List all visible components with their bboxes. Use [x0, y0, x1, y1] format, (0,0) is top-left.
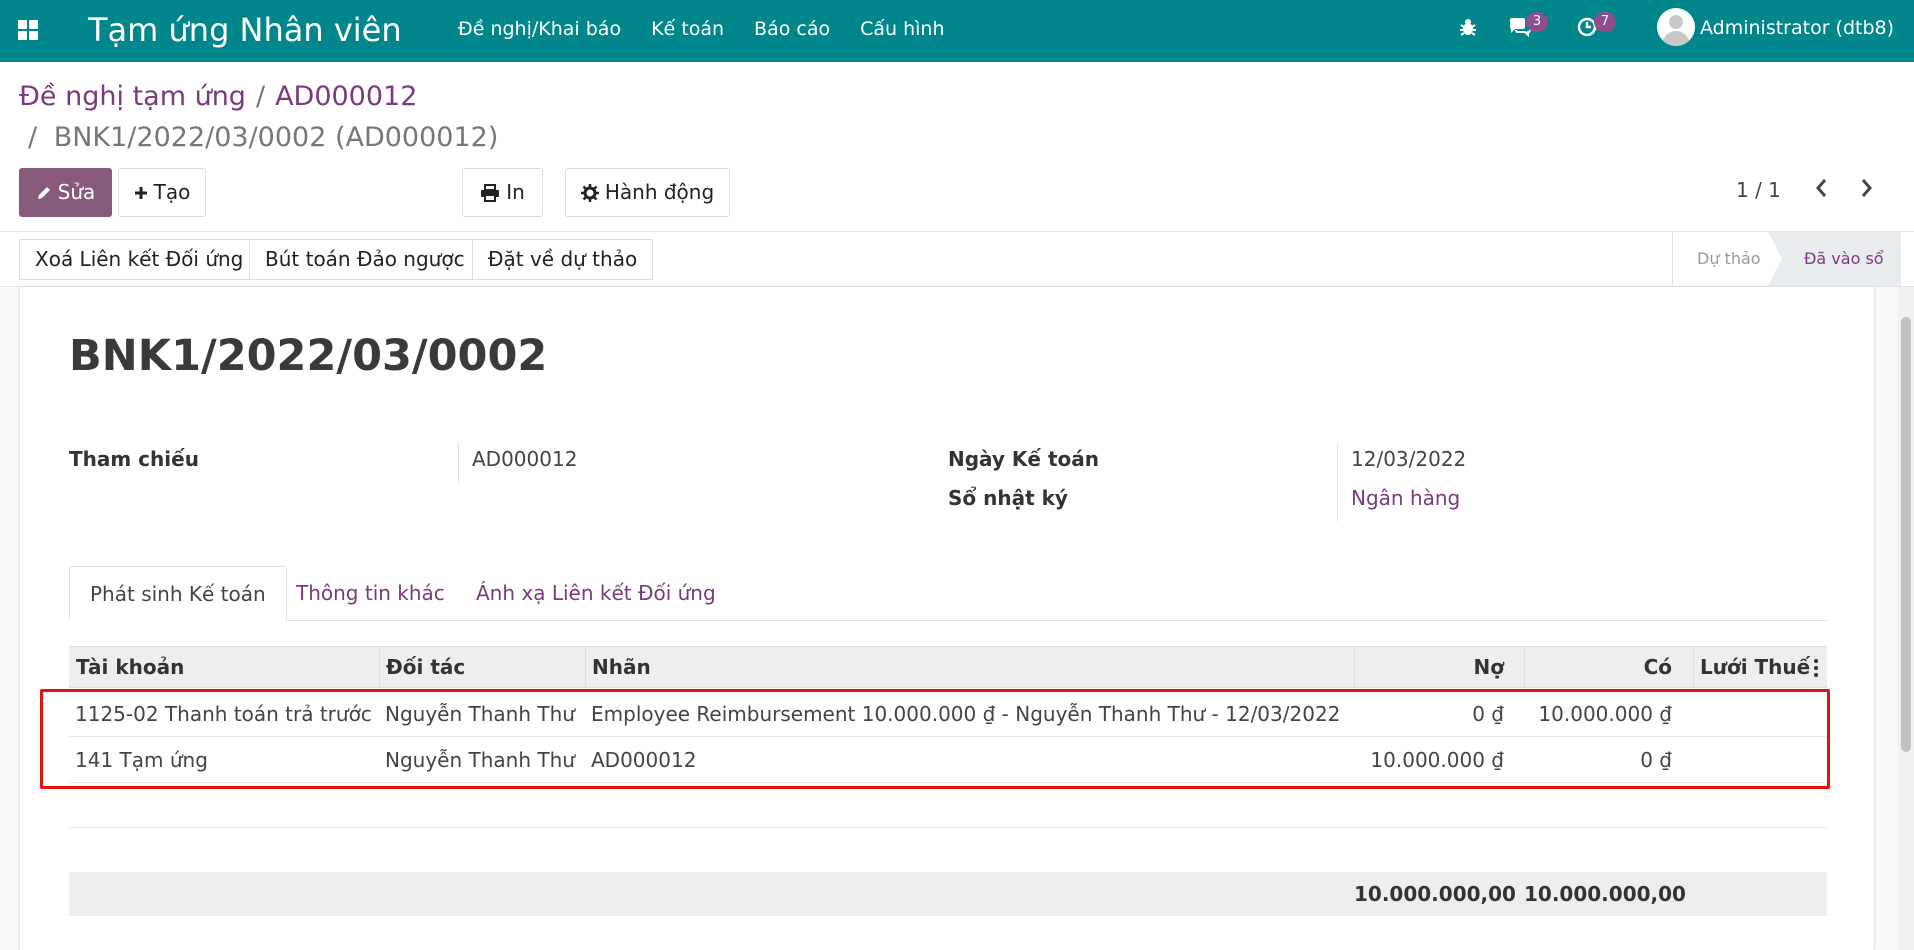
- column-divider: [379, 647, 380, 687]
- scrollbar-thumb[interactable]: [1901, 317, 1911, 752]
- menu-item-configuration[interactable]: Cấu hình: [860, 17, 944, 41]
- pencil-icon: [37, 186, 50, 199]
- pager-next-button[interactable]: [1856, 176, 1880, 204]
- user-avatar[interactable]: [1657, 8, 1695, 46]
- total-credit: 10.000.000,00: [1524, 882, 1686, 906]
- remove-reconcile-link-button[interactable]: Xoá Liên kết Đối ứng: [19, 239, 260, 280]
- breadcrumb-current: / BNK1/2022/03/0002 (AD000012): [28, 121, 498, 155]
- plus-icon: [134, 186, 147, 199]
- field-divider: [1337, 443, 1338, 521]
- action-button[interactable]: Hành động: [565, 168, 730, 217]
- breadcrumb-request-record[interactable]: AD000012: [275, 81, 417, 112]
- column-credit[interactable]: Có: [1524, 647, 1672, 687]
- printer-icon: [481, 183, 500, 202]
- breadcrumb: Đề nghị tạm ứng / AD000012: [19, 80, 417, 114]
- chevron-left-icon: [1816, 179, 1827, 197]
- action-button-label: Hành động: [604, 180, 715, 204]
- edit-button-label: Sửa: [57, 180, 96, 204]
- field-divider: [458, 443, 459, 483]
- print-button-label: In: [506, 180, 525, 204]
- user-menu[interactable]: Administrator (dtb8): [1700, 16, 1894, 40]
- bug-icon[interactable]: [1457, 16, 1483, 42]
- journal-link[interactable]: Ngân hàng: [1351, 486, 1460, 510]
- empty-row: [69, 783, 1827, 828]
- activities-count-badge: 7: [1594, 12, 1616, 32]
- stage-draft[interactable]: Dự thảo: [1672, 232, 1772, 286]
- top-navbar: Tạm ứng Nhân viên Đề nghị/Khai báo Kế to…: [0, 0, 1914, 62]
- create-button-label: Tạo: [153, 180, 191, 204]
- stage-posted[interactable]: Đã vào sổ: [1768, 232, 1901, 286]
- reference-label: Tham chiếu: [69, 447, 199, 471]
- accounting-date-label: Ngày Kế toán: [948, 447, 1099, 471]
- pager-value[interactable]: 1 / 1: [1736, 178, 1781, 202]
- create-button[interactable]: Tạo: [118, 168, 206, 217]
- column-account[interactable]: Tài khoản: [76, 647, 184, 687]
- reference-value: AD000012: [472, 447, 578, 471]
- app-title[interactable]: Tạm ứng Nhân viên: [88, 10, 402, 50]
- tab-journal-items[interactable]: Phát sinh Kế toán: [69, 566, 287, 621]
- menu-item-accounting[interactable]: Kế toán: [651, 17, 724, 41]
- total-debit: 10.000.000,00: [1354, 882, 1516, 906]
- menu-item-requests[interactable]: Đề nghị/Khai báo: [458, 17, 621, 41]
- column-divider: [1693, 647, 1694, 687]
- apps-menu-icon[interactable]: [18, 20, 38, 40]
- column-debit[interactable]: Nợ: [1354, 647, 1504, 687]
- menu-item-reports[interactable]: Báo cáo: [754, 17, 830, 41]
- totals-row: 10.000.000,00 10.000.000,00: [69, 872, 1827, 916]
- pager-previous-button[interactable]: [1812, 176, 1836, 204]
- breadcrumb-requests[interactable]: Đề nghị tạm ứng: [19, 81, 246, 112]
- print-button[interactable]: In: [462, 168, 543, 217]
- journal-entry-name: BNK1/2022/03/0002: [69, 331, 548, 381]
- activities-clock-icon[interactable]: 7: [1576, 12, 1616, 42]
- messages-icon[interactable]: 3: [1508, 12, 1548, 42]
- column-partner[interactable]: Đối tác: [386, 647, 465, 687]
- breadcrumb-separator: /: [255, 81, 266, 112]
- column-tax-grid[interactable]: Lưới Thuế: [1700, 647, 1810, 687]
- reverse-entry-button[interactable]: Bút toán Đảo ngược: [249, 239, 481, 280]
- edit-button[interactable]: Sửa: [19, 168, 112, 217]
- highlight-box: [40, 689, 1830, 789]
- scrollbar[interactable]: [1898, 287, 1914, 950]
- column-divider: [585, 647, 586, 687]
- main-menu: Đề nghị/Khai báo Kế toán Báo cáo Cấu hìn…: [458, 17, 975, 41]
- accounting-date-value: 12/03/2022: [1351, 447, 1467, 471]
- journal-label: Sổ nhật ký: [948, 486, 1068, 510]
- tab-reconcile-mapping[interactable]: Ánh xạ Liên kết Đối ứng: [456, 566, 736, 621]
- form-statusbar: Xoá Liên kết Đối ứng Bút toán Đảo ngược …: [0, 231, 1914, 287]
- journal-items-header: Tài khoản Đối tác Nhãn Nợ Có Lưới Thuế: [69, 646, 1827, 688]
- breadcrumb-current-label: BNK1/2022/03/0002 (AD000012): [53, 122, 499, 153]
- gear-icon: [580, 183, 599, 202]
- reset-to-draft-button[interactable]: Đặt về dự thảo: [472, 239, 654, 280]
- optional-columns-menu-icon[interactable]: [1814, 659, 1818, 677]
- column-label[interactable]: Nhãn: [592, 647, 651, 687]
- tab-other-info[interactable]: Thông tin khác: [276, 566, 465, 621]
- breadcrumb-separator: /: [28, 122, 38, 153]
- messages-count-badge: 3: [1526, 12, 1548, 32]
- chevron-right-icon: [1861, 179, 1872, 197]
